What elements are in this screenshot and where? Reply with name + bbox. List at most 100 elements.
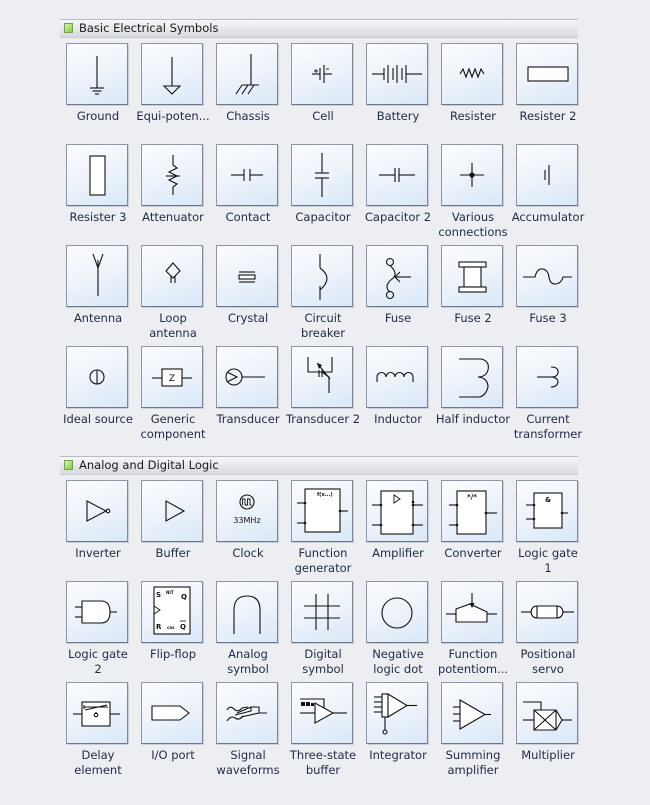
shape-tile-resister[interactable]: Resister [435,43,510,143]
shape-thumbnail[interactable] [216,581,278,643]
shape-thumbnail[interactable] [366,43,428,105]
shape-tile-clock[interactable]: 33MHz Clock [210,480,285,580]
shape-tile-loop-antenna[interactable]: Loop antenna [135,245,210,345]
shape-tile-function-generator[interactable]: f(x...) Function generator [285,480,360,580]
shape-tile-delay-element[interactable]: Delay element [60,682,135,782]
shape-tile-cell[interactable]: Cell [285,43,360,143]
shape-thumbnail[interactable] [66,682,128,744]
shape-tile-fuse-3[interactable]: Fuse 3 [510,245,585,345]
shape-tile-multiplier[interactable]: Multiplier [510,682,585,782]
shape-thumbnail[interactable] [441,346,503,408]
shape-tile-three-state-buffer[interactable]: Three-state buffer [285,682,360,782]
shape-tile-various-connections[interactable]: Various connections [435,144,510,244]
shape-thumbnail[interactable] [366,245,428,307]
shape-tile-transducer-2[interactable]: Transducer 2 [285,346,360,446]
shape-thumbnail[interactable] [366,480,428,542]
shape-thumbnail[interactable] [216,245,278,307]
shape-thumbnail[interactable] [516,581,578,643]
shape-thumbnail[interactable] [66,245,128,307]
shape-tile-battery[interactable]: Battery [360,43,435,143]
shape-tile-function-potentiometer[interactable]: Function potentiom... [435,581,510,681]
shape-thumbnail[interactable]: 33MHz [216,480,278,542]
shape-tile-logic-gate-2[interactable]: Logic gate 2 [60,581,135,681]
shape-thumbnail[interactable] [366,346,428,408]
shape-tile-generic-component[interactable]: Z Generic component [135,346,210,446]
shape-thumbnail[interactable] [441,581,503,643]
shape-thumbnail[interactable] [141,245,203,307]
shape-thumbnail[interactable] [516,144,578,206]
shape-thumbnail[interactable]: & [516,480,578,542]
shape-thumbnail[interactable] [291,346,353,408]
shape-tile-resister-2[interactable]: Resister 2 [510,43,585,143]
shape-thumbnail[interactable] [66,346,128,408]
shape-tile-signal-waveforms[interactable]: Signal waveforms [210,682,285,782]
shape-tile-ideal-source[interactable]: Ideal source [60,346,135,446]
shape-thumbnail[interactable] [516,245,578,307]
shape-tile-ground[interactable]: Ground [60,43,135,143]
shape-tile-capacitor[interactable]: Capacitor [285,144,360,244]
shape-thumbnail[interactable] [66,144,128,206]
shape-thumbnail[interactable] [441,144,503,206]
shape-tile-integrator[interactable]: Integrator [360,682,435,782]
shape-tile-transducer[interactable]: Transducer [210,346,285,446]
shape-tile-capacitor-2[interactable]: Capacitor 2 [360,144,435,244]
shape-thumbnail[interactable] [291,682,353,744]
shape-tile-inverter[interactable]: Inverter [60,480,135,580]
shape-tile-converter[interactable]: */* Converter [435,480,510,580]
shape-tile-io-port[interactable]: I/O port [135,682,210,782]
shape-thumbnail[interactable]: f(x...) [291,480,353,542]
shape-tile-crystal[interactable]: Crystal [210,245,285,345]
shape-thumbnail[interactable] [216,682,278,744]
shape-tile-positional-servo[interactable]: Positional servo [510,581,585,681]
shape-thumbnail[interactable] [216,346,278,408]
shape-tile-half-inductor[interactable]: Half inductor [435,346,510,446]
shape-thumbnail[interactable]: S NIT Q Rcas Q [141,581,203,643]
shape-thumbnail[interactable] [291,43,353,105]
shape-thumbnail[interactable] [216,144,278,206]
shape-thumbnail[interactable] [441,682,503,744]
shape-thumbnail[interactable] [141,682,203,744]
shape-tile-analog-symbol[interactable]: Analog symbol [210,581,285,681]
shape-thumbnail[interactable] [366,581,428,643]
shape-tile-contact[interactable]: Contact [210,144,285,244]
shape-tile-amplifier[interactable]: Amplifier [360,480,435,580]
section-header-analog-digital[interactable]: Analog and Digital Logic [60,456,578,475]
shape-thumbnail[interactable] [516,682,578,744]
shape-thumbnail[interactable] [516,346,578,408]
shape-tile-flip-flop[interactable]: S NIT Q Rcas Q Flip-flop [135,581,210,681]
shape-tile-fuse[interactable]: Fuse [360,245,435,345]
shape-thumbnail[interactable] [516,43,578,105]
shape-thumbnail[interactable] [141,43,203,105]
shape-tile-attenuator[interactable]: Attenuator [135,144,210,244]
shape-thumbnail[interactable] [141,480,203,542]
shape-tile-fuse-2[interactable]: Fuse 2 [435,245,510,345]
shape-thumbnail[interactable] [291,581,353,643]
shape-tile-buffer[interactable]: Buffer [135,480,210,580]
shape-thumbnail[interactable] [141,144,203,206]
shape-thumbnail[interactable] [366,144,428,206]
shape-tile-digital-symbol[interactable]: Digital symbol [285,581,360,681]
shape-tile-antenna[interactable]: Antenna [60,245,135,345]
shape-thumbnail[interactable] [66,43,128,105]
shape-tile-circuit-breaker[interactable]: Circuit breaker [285,245,360,345]
shape-tile-summing-amplifier[interactable]: Summing amplifier [435,682,510,782]
shape-thumbnail[interactable] [66,581,128,643]
shape-thumbnail[interactable] [216,43,278,105]
shape-tile-inductor[interactable]: Inductor [360,346,435,446]
shape-tile-negative-logic-dot[interactable]: Negative logic dot [360,581,435,681]
shape-tile-logic-gate-1[interactable]: & Logic gate 1 [510,480,585,580]
shape-thumbnail[interactable] [66,480,128,542]
shape-thumbnail[interactable] [291,144,353,206]
shape-tile-equipotential[interactable]: Equi-poten... [135,43,210,143]
shape-tile-chassis[interactable]: Chassis [210,43,285,143]
shape-tile-accumulator[interactable]: Accumulator [510,144,585,244]
section-header-basic-electrical[interactable]: Basic Electrical Symbols [60,19,578,38]
shape-tile-current-transformer[interactable]: Current transformer [510,346,585,446]
shape-thumbnail[interactable] [441,245,503,307]
shape-tile-resister-3[interactable]: Resister 3 [60,144,135,244]
shape-thumbnail[interactable] [291,245,353,307]
shape-thumbnail[interactable]: Z [141,346,203,408]
shape-thumbnail[interactable] [441,43,503,105]
shape-thumbnail[interactable] [366,682,428,744]
shape-thumbnail[interactable]: */* [441,480,503,542]
